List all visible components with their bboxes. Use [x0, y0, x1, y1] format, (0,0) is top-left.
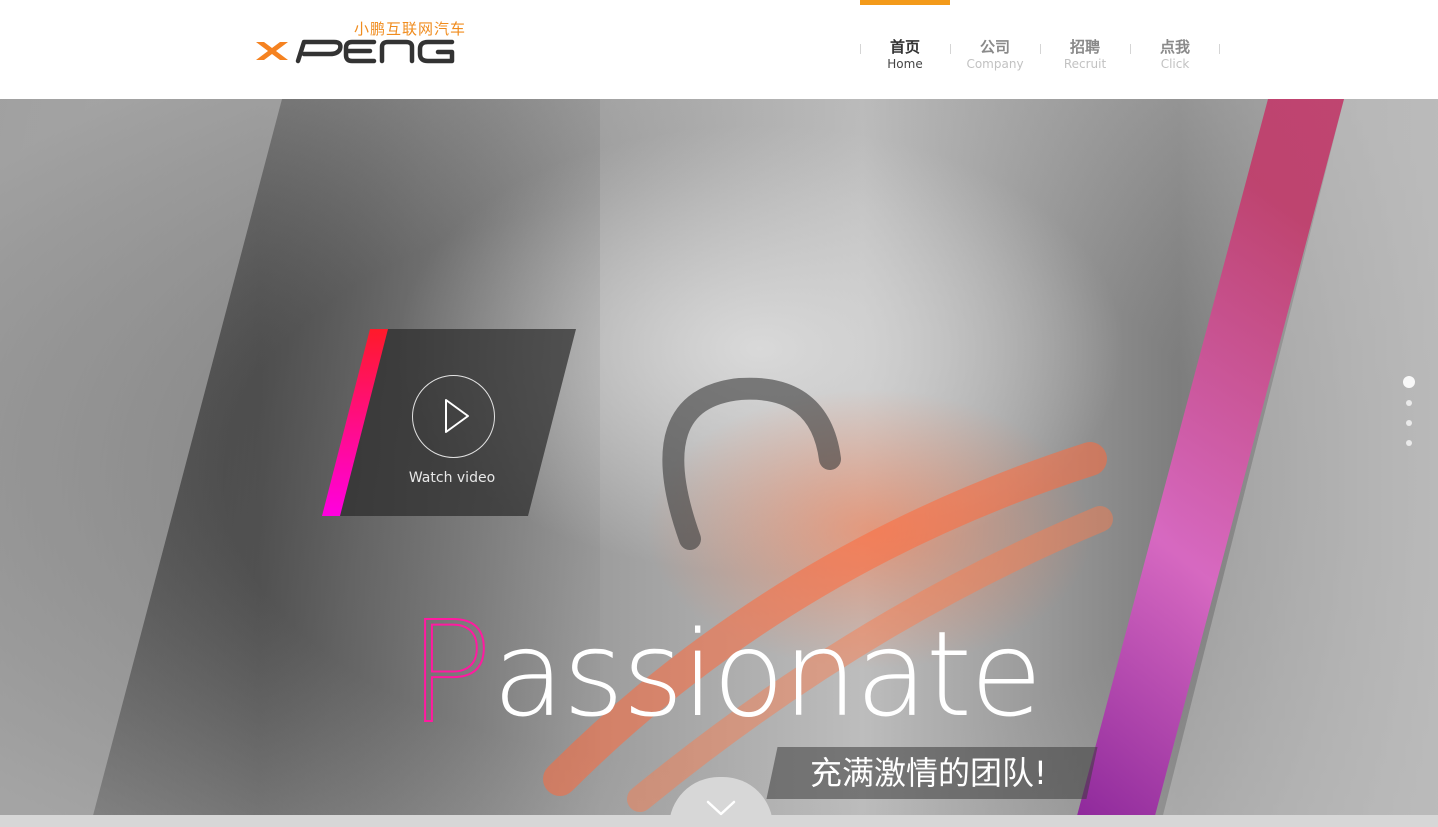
- watch-video-label: Watch video: [408, 470, 496, 486]
- pager-dot-1[interactable]: [1403, 376, 1415, 388]
- hero-subtitle-text: 充满激情的团队!: [810, 754, 1047, 792]
- headline-first-letter: P: [407, 592, 493, 755]
- slide-pager: [1400, 376, 1420, 456]
- logo-wordmark-icon: [256, 39, 455, 64]
- play-icon: [412, 375, 495, 458]
- headline-rest: assionate: [492, 605, 1042, 743]
- nav-click-en: Click: [1160, 57, 1190, 71]
- nav-item-company[interactable]: 公司 Company: [950, 36, 1040, 72]
- nav-item-home[interactable]: 首页 Home: [860, 36, 950, 72]
- logo-cn-text: 小鹏互联网汽车: [353, 20, 466, 38]
- nav-company-en: Company: [966, 57, 1024, 71]
- nav-home-en: Home: [887, 57, 923, 71]
- nav-recruit-cn: 招聘: [1069, 38, 1100, 56]
- pager-dot-2[interactable]: [1406, 400, 1412, 406]
- nav-click-cn: 点我: [1159, 38, 1190, 56]
- pager-dot-4[interactable]: [1406, 440, 1412, 446]
- nav-recruit-en: Recruit: [1063, 57, 1107, 71]
- nav-home-cn: 首页: [889, 38, 920, 56]
- nav-item-click[interactable]: 点我 Click: [1130, 36, 1220, 72]
- hero-banner: Watch video Passionate 充满激情的团队!: [0, 99, 1438, 827]
- hero-subtitle: 充满激情的团队!: [766, 747, 1098, 799]
- chevron-down-icon: [706, 800, 736, 816]
- watch-video-button[interactable]: Watch video: [320, 329, 576, 516]
- pager-dot-3[interactable]: [1406, 420, 1412, 426]
- xpeng-logo[interactable]: 小鹏互联网汽车: [254, 18, 468, 66]
- nav-company-cn: 公司: [979, 38, 1010, 56]
- site-header: 小鹏互联网汽车 首页 Home 公司 Company 招聘 Recruit 点我…: [0, 0, 1438, 99]
- nav-item-recruit[interactable]: 招聘 Recruit: [1040, 36, 1130, 72]
- hero-headline: Passionate: [407, 598, 1043, 750]
- nav-divider: [1219, 44, 1220, 54]
- nav-active-indicator: [860, 0, 950, 5]
